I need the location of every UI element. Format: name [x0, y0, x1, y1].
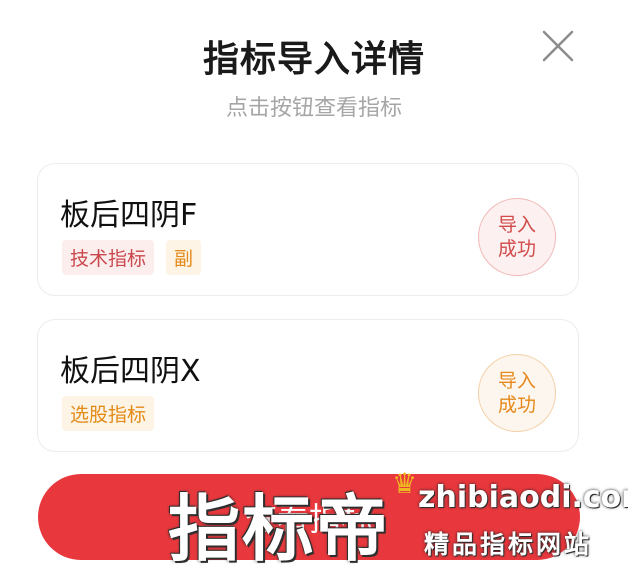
status-line2: 成功	[497, 394, 536, 416]
crown-icon: ♛	[392, 467, 418, 500]
indicator-name: 板后四阴F	[60, 198, 198, 233]
indicator-tags: 选股指标	[62, 396, 155, 431]
close-icon[interactable]	[538, 26, 578, 66]
status-line1: 导入	[497, 214, 536, 236]
watermark-logo: 指标帝	[168, 487, 391, 571]
tag-sub: 副	[166, 240, 202, 275]
import-status-badge: 导入 成功	[478, 198, 556, 276]
status-line2: 成功	[497, 238, 536, 260]
status-line1: 导入	[497, 370, 536, 392]
indicator-card[interactable]: 板后四阴X 选股指标 导入 成功	[37, 319, 579, 452]
dialog-subtitle: 点击按钮查看指标	[225, 96, 402, 121]
indicator-tags: 技术指标 副	[62, 240, 202, 275]
tag-type: 选股指标	[62, 396, 155, 431]
watermark-slogan: 精品指标网站	[424, 530, 593, 559]
tag-type: 技术指标	[62, 240, 155, 275]
dialog-title: 指标导入详情	[202, 39, 425, 80]
import-status-badge: 导入 成功	[478, 354, 556, 432]
watermark-domain: zhibiaodi.com	[418, 480, 628, 515]
indicator-name: 板后四阴X	[60, 354, 201, 389]
indicator-card[interactable]: 板后四阴F 技术指标 副 导入 成功	[37, 163, 579, 296]
